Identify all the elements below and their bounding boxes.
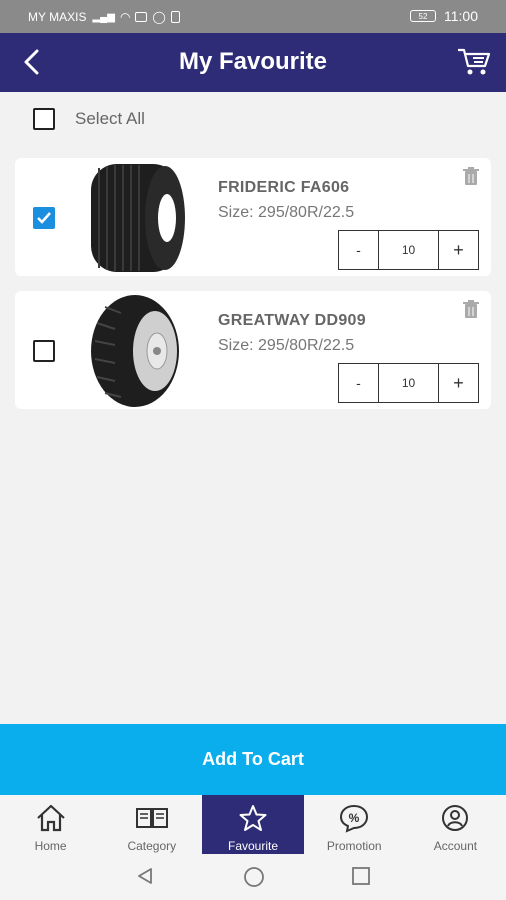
select-all-label: Select All [75,109,145,128]
increase-button[interactable]: + [438,363,479,403]
app-header: My Favourite [0,33,506,92]
book-icon [135,808,168,828]
nav-account[interactable]: Account [405,795,506,854]
nav-category[interactable]: Category [101,795,202,854]
nav-home[interactable]: Home [0,795,101,854]
percent-icon: % [340,804,369,833]
screen-icon [135,12,148,22]
trash-icon[interactable] [461,299,481,319]
select-all-checkbox[interactable] [33,108,55,130]
favourite-item: GREATWAY DD909 Size: 295/80R/22.5 - 10 + [15,291,491,409]
item-size: Size: 295/80R/22.5 [218,337,355,354]
add-to-cart-button[interactable]: Add To Cart [0,724,506,795]
nav-promotion[interactable]: % Promotion [304,795,405,854]
battery-icon: 52 [410,10,436,22]
select-all[interactable]: Select All [33,108,145,130]
star-icon [239,805,267,831]
favourite-item: FRIDERIC FA606 Size: 295/80R/22.5 - 10 + [15,158,491,276]
nav-category-label: Category [127,839,177,853]
system-back-icon[interactable] [135,866,155,886]
svg-text:%: % [349,811,360,825]
nav-favourite[interactable]: Favourite [202,795,304,854]
check-icon [37,212,51,224]
notification-icon [170,11,180,23]
increase-button[interactable]: + [438,230,479,270]
quantity-stepper: - 10 + [338,363,479,403]
bottom-nav: Home Category Favourite % Promotion Acco… [0,795,506,854]
quantity-value[interactable]: 10 [379,230,438,270]
page-title: My Favourite [178,48,328,75]
trash-icon[interactable] [461,166,481,186]
item-name: GREATWAY DD909 [218,312,366,329]
nav-account-label: Account [433,839,478,853]
tyre-image [91,295,179,407]
clock: 11:00 [444,8,478,24]
signal-icon: ▂▄▆ [92,11,115,23]
whatsapp-icon: ◯ [152,10,166,24]
nav-promotion-label: Promotion [326,839,382,853]
wifi-icon: ◠ [119,10,131,24]
status-icons: ▂▄▆ ◠ ◯ [92,10,180,24]
user-icon [442,805,469,831]
tyre-image [91,164,185,272]
system-nav-bar [0,854,506,900]
quantity-stepper: - 10 + [338,230,479,270]
nav-home-label: Home [34,839,67,853]
home-icon [36,804,65,832]
carrier-name: MY MAXIS [28,10,87,24]
item-size: Size: 295/80R/22.5 [218,204,355,221]
system-recent-icon[interactable] [351,866,371,886]
decrease-button[interactable]: - [338,230,379,270]
item-checkbox[interactable] [33,340,55,362]
cart-icon[interactable] [456,45,492,77]
nav-favourite-label: Favourite [227,839,279,853]
item-name: FRIDERIC FA606 [218,179,350,196]
system-home-icon[interactable] [243,866,265,888]
quantity-value[interactable]: 10 [379,363,438,403]
decrease-button[interactable]: - [338,363,379,403]
status-bar: MY MAXIS ▂▄▆ ◠ ◯ 52 11:00 [0,0,506,33]
item-checkbox[interactable] [33,207,55,229]
